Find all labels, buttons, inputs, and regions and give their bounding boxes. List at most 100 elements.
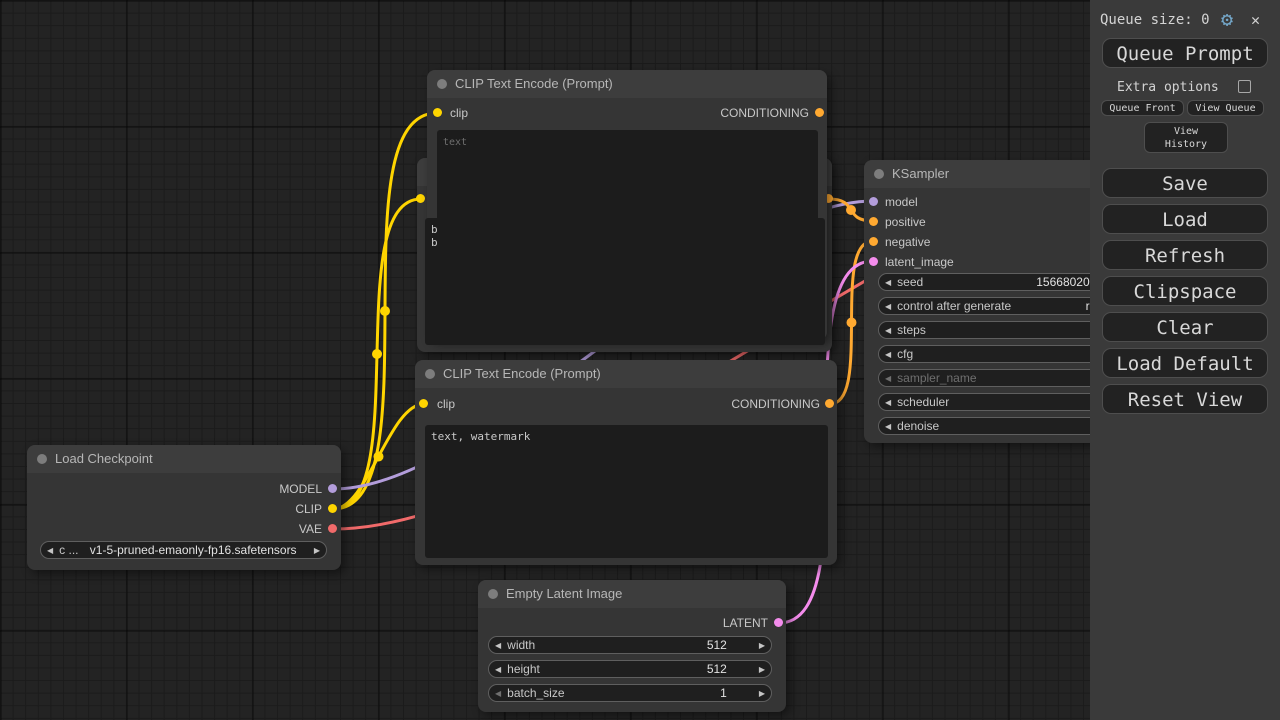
width-widget[interactable]: ◀ width 512 ▶: [488, 636, 772, 654]
widget-label: denoise: [897, 419, 939, 433]
clear-button[interactable]: Clear: [1102, 312, 1268, 342]
prompt-textarea-top[interactable]: text: [437, 130, 818, 337]
scheduler-widget[interactable]: ◀ scheduler: [878, 393, 1112, 411]
view-history-button[interactable]: View History: [1144, 122, 1228, 153]
prompt-textarea-negative[interactable]: text, watermark: [425, 425, 828, 558]
conditioning-link-dot[interactable]: [846, 205, 856, 215]
conditioning-output-dot[interactable]: [825, 399, 834, 408]
negative-input-dot[interactable]: [869, 237, 878, 246]
decrement-arrow-icon[interactable]: ◀: [489, 641, 507, 650]
decrement-arrow-icon[interactable]: ◀: [879, 278, 897, 287]
decrement-arrow-icon[interactable]: ◀: [879, 326, 897, 335]
conditioning-output-dot[interactable]: [815, 108, 824, 117]
node-ksampler[interactable]: KSampler model positive negative latent_…: [864, 160, 1106, 443]
model-input-label: model: [885, 195, 918, 209]
control-after-generate-widget[interactable]: ◀ control after generate ran: [878, 297, 1112, 315]
view-history-line2: History: [1165, 139, 1207, 150]
clip-output-dot[interactable]: [328, 504, 337, 513]
clipspace-button[interactable]: Clipspace: [1102, 276, 1268, 306]
decrement-arrow-icon[interactable]: ◀: [489, 689, 507, 698]
queue-front-button[interactable]: Queue Front: [1101, 100, 1184, 116]
ckpt-name-widget[interactable]: ◀ c ... v1-5-pruned-emaonly-fp16.safeten…: [40, 541, 327, 559]
increment-arrow-icon[interactable]: ▶: [753, 689, 771, 698]
node-title: Load Checkpoint: [55, 451, 153, 466]
decrement-arrow-icon[interactable]: ◀: [879, 350, 897, 359]
node-load-checkpoint[interactable]: Load Checkpoint MODEL CLIP VAE ◀ c ... v…: [27, 445, 341, 570]
seed-widget[interactable]: ◀ seed 1566802087: [878, 273, 1112, 291]
collapse-dot-icon[interactable]: [874, 169, 884, 179]
widget-label: sampler_name: [897, 371, 976, 385]
clip-input-dot[interactable]: [433, 108, 442, 117]
collapse-dot-icon[interactable]: [37, 454, 47, 464]
widget-label: control after generate: [897, 299, 1011, 313]
vae-output-dot[interactable]: [328, 524, 337, 533]
positive-input-label: positive: [885, 215, 926, 229]
widget-label: batch_size: [507, 686, 564, 700]
clip-output-label: CLIP: [295, 502, 322, 516]
node-empty-latent-image[interactable]: Empty Latent Image LATENT ◀ width 512 ▶ …: [478, 580, 786, 712]
queue-prompt-button[interactable]: Queue Prompt: [1102, 38, 1268, 68]
decrement-arrow-icon[interactable]: ◀: [489, 665, 507, 674]
widget-label: scheduler: [897, 395, 949, 409]
collapse-dot-icon[interactable]: [425, 369, 435, 379]
clip-input-dot[interactable]: [419, 399, 428, 408]
node-title-bar[interactable]: CLIP Text Encode (Prompt): [427, 70, 827, 98]
increment-arrow-icon[interactable]: ▶: [753, 641, 771, 650]
widget-label: seed: [897, 275, 923, 289]
widget-value: 512: [707, 638, 753, 652]
sampler-name-widget[interactable]: ◀ sampler_name: [878, 369, 1112, 387]
decrement-arrow-icon[interactable]: ◀: [879, 398, 897, 407]
load-default-button[interactable]: Load Default: [1102, 348, 1268, 378]
node-graph-canvas[interactable]: CLIP Text Encode (Prompt) clip CONDITION…: [0, 0, 1280, 720]
collapse-dot-icon[interactable]: [437, 79, 447, 89]
clip-input-dot[interactable]: [416, 194, 425, 203]
prev-option-arrow-icon[interactable]: ◀: [41, 546, 59, 555]
clip-input-label: clip: [450, 106, 468, 120]
clip-link-dot[interactable]: [372, 349, 382, 359]
positive-input-dot[interactable]: [869, 217, 878, 226]
decrement-arrow-icon[interactable]: ◀: [879, 422, 897, 431]
node-title-bar[interactable]: CLIP Text Encode (Prompt): [415, 360, 837, 388]
vae-output-label: VAE: [299, 522, 322, 536]
load-button[interactable]: Load: [1102, 204, 1268, 234]
clip-input-label: clip: [437, 397, 455, 411]
denoise-widget[interactable]: ◀ denoise: [878, 417, 1112, 435]
next-option-arrow-icon[interactable]: ▶: [308, 546, 326, 555]
model-input-dot[interactable]: [869, 197, 878, 206]
batch-size-widget[interactable]: ◀ batch_size 1 ▶: [488, 684, 772, 702]
extra-options-checkbox[interactable]: [1238, 80, 1251, 93]
latent-image-input-label: latent_image: [885, 255, 954, 269]
view-queue-button[interactable]: View Queue: [1187, 100, 1264, 116]
cfg-widget[interactable]: ◀ cfg: [878, 345, 1112, 363]
node-title-bar[interactable]: KSampler: [864, 160, 1106, 188]
close-icon[interactable]: ✕: [1251, 11, 1260, 29]
save-button[interactable]: Save: [1102, 168, 1268, 198]
widget-label: height: [507, 662, 540, 676]
widget-value: 1: [720, 686, 753, 700]
model-output-dot[interactable]: [328, 484, 337, 493]
decrement-arrow-icon[interactable]: ◀: [879, 302, 897, 311]
node-title-bar[interactable]: Load Checkpoint: [27, 445, 341, 473]
node-clip-text-encode-negative[interactable]: CLIP Text Encode (Prompt) clip CONDITION…: [415, 360, 837, 565]
widget-value: v1-5-pruned-emaonly-fp16.safetensors: [90, 543, 297, 557]
decrement-arrow-icon[interactable]: ◀: [879, 374, 897, 383]
increment-arrow-icon[interactable]: ▶: [753, 665, 771, 674]
widget-label: cfg: [897, 347, 913, 361]
widget-label: c ...: [59, 543, 78, 557]
latent-output-dot[interactable]: [774, 618, 783, 627]
clip-link-dot[interactable]: [380, 306, 390, 316]
node-title-bar[interactable]: Empty Latent Image: [478, 580, 786, 608]
latent-image-input-dot[interactable]: [869, 257, 878, 266]
clip-link-dot[interactable]: [374, 452, 384, 462]
steps-widget[interactable]: ◀ steps: [878, 321, 1112, 339]
collapse-dot-icon[interactable]: [488, 589, 498, 599]
reset-view-button[interactable]: Reset View: [1102, 384, 1268, 414]
refresh-button[interactable]: Refresh: [1102, 240, 1268, 270]
widget-label: width: [507, 638, 535, 652]
settings-gear-icon[interactable]: ⚙: [1221, 7, 1233, 31]
conditioning-link-dot[interactable]: [847, 318, 857, 328]
comfy-menu: Queue size: 0 ⚙ ✕ Queue Prompt Extra opt…: [1090, 0, 1280, 720]
latent-output-label: LATENT: [723, 616, 768, 630]
height-widget[interactable]: ◀ height 512 ▶: [488, 660, 772, 678]
queue-size-label: Queue size: 0: [1100, 12, 1210, 28]
